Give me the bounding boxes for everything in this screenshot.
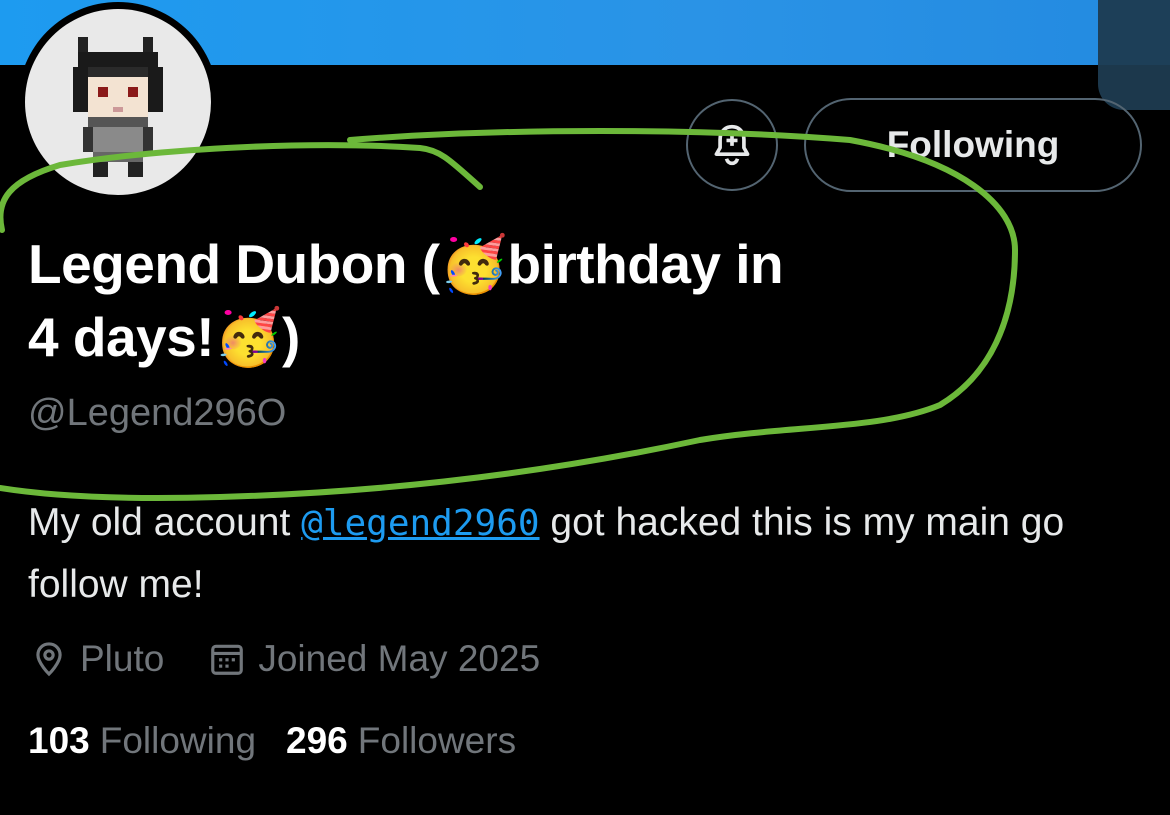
display-name-line-1: Legend Dubon (🥳birthday in	[28, 233, 784, 295]
followers-label: Followers	[357, 720, 517, 761]
display-name-line-2: 4 days!🥳)	[28, 306, 300, 368]
bio-text-start: My old account	[28, 501, 302, 544]
avatar[interactable]	[18, 2, 218, 202]
followers-stat-link[interactable]: 296 Followers	[286, 720, 516, 762]
location: Pluto	[30, 638, 164, 680]
notifications-button[interactable]	[686, 99, 778, 191]
display-name: Legend Dubon (🥳birthday in 4 days!🥳)	[28, 228, 1028, 374]
calendar-icon	[211, 644, 244, 675]
bell-plus-icon	[714, 124, 750, 166]
location-text: Pluto	[80, 638, 165, 679]
follow-stats: 103 Following 296 Followers	[28, 720, 546, 762]
pixel-character-icon	[73, 37, 163, 177]
join-date: Joined May 2025	[208, 638, 540, 680]
following-stat-link[interactable]: 103 Following	[28, 720, 256, 762]
following-button[interactable]: Following	[804, 98, 1142, 192]
bio-mention-link[interactable]: @legend2960	[301, 503, 539, 544]
bio: My old account @legend2960 got hacked th…	[28, 492, 1128, 615]
join-date-text: Joined May 2025	[258, 638, 541, 679]
following-count: 103	[28, 720, 90, 761]
avatar-image	[25, 9, 211, 195]
user-handle: @Legend296O	[28, 392, 287, 434]
location-pin-icon	[36, 642, 62, 677]
banner-overlay	[1098, 0, 1170, 110]
profile-meta: Pluto Joined May 2025	[30, 632, 584, 686]
followers-count: 296	[286, 720, 348, 761]
following-label: Following	[99, 720, 257, 761]
